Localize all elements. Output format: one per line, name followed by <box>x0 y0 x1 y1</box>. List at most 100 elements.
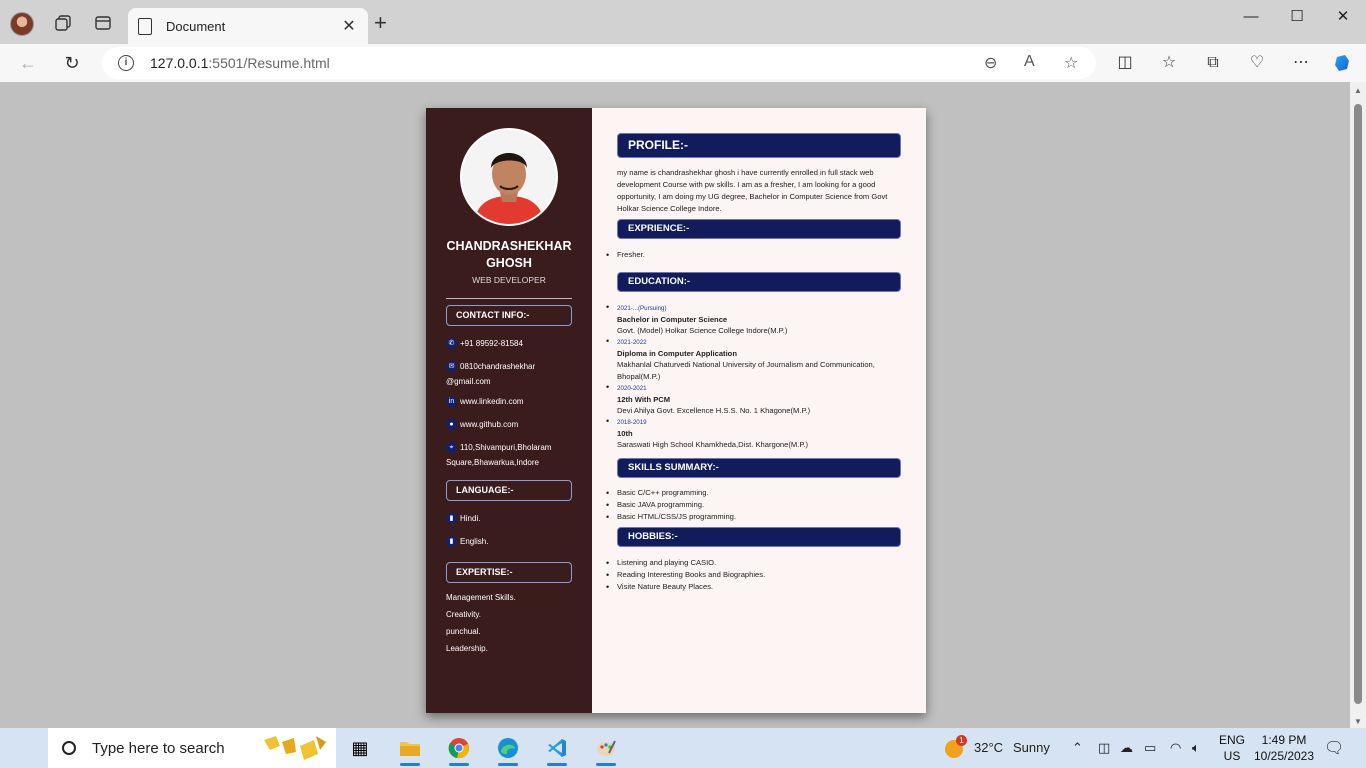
list-item: Basic C/C++ programming. <box>606 487 901 499</box>
scroll-thumb[interactable] <box>1354 104 1362 704</box>
education-year: 2020-2021 <box>606 382 901 394</box>
wifi-icon[interactable]: ◠ <box>1170 740 1181 756</box>
url-text: 127.0.0.1:5501/Resume.html <box>150 55 330 71</box>
divider <box>446 298 572 299</box>
search-icon <box>62 741 76 755</box>
list-item: Basic JAVA programming. <box>606 499 901 511</box>
taskbar-search[interactable]: Type here to search <box>48 728 336 768</box>
input-language[interactable]: ENG US <box>1218 732 1246 764</box>
browser-tab[interactable]: Document ✕ <box>128 8 368 44</box>
minimize-icon[interactable]: — <box>1228 6 1274 28</box>
workspaces-icon[interactable] <box>52 12 74 34</box>
education-institute: Saraswati High School Khamkheda,Dist. Kh… <box>617 440 809 449</box>
scroll-up-icon[interactable]: ▲ <box>1353 86 1363 95</box>
chrome-icon[interactable] <box>441 732 477 766</box>
profile-text: my name is chandrashekhar ghosh i have c… <box>617 168 888 213</box>
edge-icon[interactable] <box>490 732 526 766</box>
weather-temp[interactable]: 32°C <box>974 740 1003 755</box>
resume-role: WEB DEVELOPER <box>472 275 546 285</box>
collections-icon[interactable]: ⧉ <box>1202 53 1224 73</box>
weather-text[interactable]: Sunny <box>1013 740 1050 755</box>
expertise-heading: EXPERTISE:- <box>446 562 572 583</box>
system-clock[interactable]: 1:49 PM 10/25/2023 <box>1248 732 1320 764</box>
page-viewport: CHANDRASHEKHAR GHOSH WEB DEVELOPER CONTA… <box>4 82 1366 728</box>
volume-icon[interactable]: 🔈︎ <box>1192 740 1200 756</box>
window-close-icon[interactable]: ✕ <box>1320 6 1366 28</box>
contact-github[interactable]: ● www.github.com <box>446 417 576 432</box>
profile-avatar-icon[interactable] <box>10 12 34 36</box>
vscode-icon[interactable] <box>539 732 575 766</box>
education-year: 2021-2022 <box>606 336 901 348</box>
expertise-item: Management Skills. <box>446 593 516 602</box>
location-icon: ⌖ <box>446 442 457 454</box>
refresh-icon[interactable]: ↻ <box>60 52 84 74</box>
favorites-icon[interactable]: ☆ <box>1158 53 1180 73</box>
list-item: Fresher. <box>606 249 901 261</box>
list-item: Listening and playing CASIO. <box>606 557 901 569</box>
browser-toolbar: ← ↻ i 127.0.0.1:5501/Resume.html ⊖ A ☆ ◫… <box>0 44 1366 82</box>
tab-actions-icon[interactable] <box>92 12 114 34</box>
browser-tab-bar: Document ✕ + — ☐ ✕ <box>0 0 1366 44</box>
split-screen-icon[interactable]: ◫ <box>1114 53 1136 73</box>
education-degree: Diploma in Computer Application <box>617 349 737 358</box>
browser-essentials-icon[interactable]: ♡ <box>1246 53 1268 73</box>
back-icon[interactable]: ← <box>16 52 40 74</box>
onedrive-icon[interactable]: ☁ <box>1120 740 1133 756</box>
expertise-item: Creativity. <box>446 610 481 619</box>
expertise-item: Leadership. <box>446 644 488 653</box>
hobbies-heading: HOBBIES:- <box>617 527 901 547</box>
experience-heading: EXPRIENCE:- <box>617 219 901 239</box>
address-bar[interactable]: i 127.0.0.1:5501/Resume.html ⊖ A ☆ <box>102 47 1096 79</box>
profile-heading: PROFILE:- <box>617 133 901 158</box>
list-item: Reading Interesting Books and Biographie… <box>606 569 901 581</box>
contact-phone: ✆ +91 89592-81584 <box>446 336 576 351</box>
education-institute: Makhanlal Chaturvedi National University… <box>617 360 875 381</box>
resume-main: PROFILE:- my name is chandrashekhar ghos… <box>592 108 926 713</box>
education-entry: 2021-2022 Diploma in Computer Applicatio… <box>606 336 901 383</box>
education-institute: Govt. (Model) Holkar Science College Ind… <box>617 326 788 335</box>
meet-now-icon[interactable]: ◫ <box>1098 740 1110 756</box>
weather-icon[interactable]: 1 <box>944 735 967 764</box>
github-icon: ● <box>446 419 457 431</box>
scroll-down-icon[interactable]: ▼ <box>1353 717 1363 726</box>
education-entry: 2018-2019 10th Saraswati High School Kha… <box>606 416 901 451</box>
read-aloud-icon[interactable]: A <box>1024 53 1035 71</box>
resume-sheet: CHANDRASHEKHAR GHOSH WEB DEVELOPER CONTA… <box>426 108 926 713</box>
tab-title: Document <box>166 18 226 34</box>
windows-start-icon[interactable] <box>14 738 34 758</box>
favorite-star-icon[interactable]: ☆ <box>1064 53 1078 73</box>
close-icon[interactable]: ✕ <box>340 16 358 36</box>
battery-icon[interactable]: ▭ <box>1144 740 1156 756</box>
education-list: 2021-...(Pursuing) Bachelor in Computer … <box>606 302 901 451</box>
language-heading: LANGUAGE:- <box>446 480 572 501</box>
education-year: 2018-2019 <box>606 416 901 428</box>
contact-email[interactable]: ✉ 0810chandrashekhar @gmail.com <box>446 359 576 389</box>
education-entry: 2020-2021 12th With PCM Devi Ahilya Govt… <box>606 382 901 417</box>
taskbar: Type here to search ▦ 1 32°C Sunny ⌃ ◫ ☁… <box>0 728 1366 768</box>
page-scrollbar[interactable]: ▲ ▼ <box>1350 82 1366 728</box>
expertise-item: punchual. <box>446 627 481 636</box>
skills-list: Basic C/C++ programming. Basic JAVA prog… <box>606 487 901 523</box>
copilot-icon[interactable] <box>1332 53 1354 73</box>
page-icon <box>138 17 152 35</box>
list-item: Visite Nature Beauty Places. <box>606 581 901 593</box>
search-highlight-icon <box>260 732 330 768</box>
more-icon[interactable]: ⋯ <box>1290 53 1312 73</box>
language-item: ▮ English. <box>446 534 576 549</box>
weather-badge: 1 <box>956 735 967 746</box>
contact-linkedin[interactable]: in www.linkedin.com <box>446 394 576 409</box>
education-heading: EDUCATION:- <box>617 272 901 292</box>
paint-icon[interactable] <box>588 732 624 766</box>
info-icon[interactable]: i <box>118 55 134 71</box>
experience-list: Fresher. <box>606 249 901 261</box>
plus-icon[interactable]: + <box>374 12 387 34</box>
phone-icon: ✆ <box>446 338 457 350</box>
task-view-icon[interactable]: ▦ <box>342 732 378 764</box>
notifications-icon[interactable]: 🗨︎ <box>1324 738 1344 758</box>
zoom-out-icon[interactable]: ⊖ <box>984 53 997 73</box>
contact-address: ⌖ 110,Shivampuri,Bholaram Square,Bhawarku… <box>446 442 552 467</box>
chevron-up-icon[interactable]: ⌃ <box>1072 740 1083 756</box>
education-year: 2021-...(Pursuing) <box>606 302 901 314</box>
maximize-icon[interactable]: ☐ <box>1274 6 1320 28</box>
file-explorer-icon[interactable] <box>392 732 428 766</box>
